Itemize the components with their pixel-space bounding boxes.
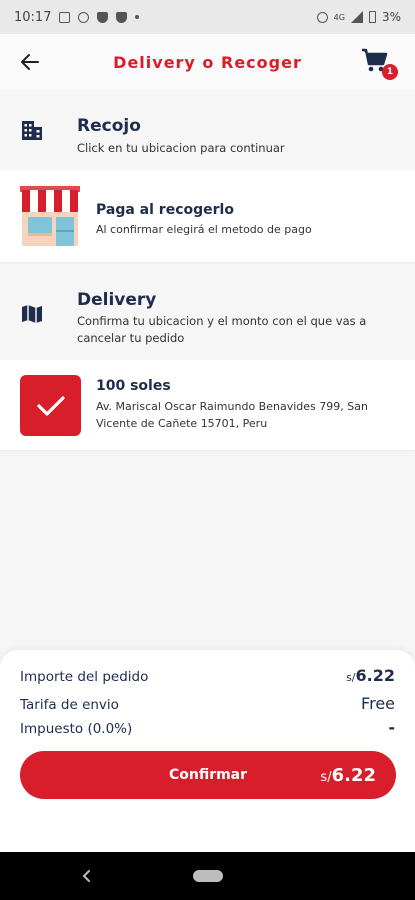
nav-back-icon[interactable]: [78, 867, 96, 885]
signal-icon: [350, 11, 363, 23]
cart-count-badge: 1: [382, 64, 398, 80]
confirm-total: s/6.22: [320, 764, 376, 786]
notification-icon: [59, 11, 71, 23]
pickup-option-title: Paga al recogerlo: [96, 202, 234, 218]
tax-value: -: [388, 718, 395, 737]
pickup-option[interactable]: Paga al recogerlo Al confirmar elegirá e…: [0, 170, 415, 262]
map-icon: [22, 305, 42, 323]
address-option-title: 100 soles: [96, 378, 171, 394]
order-summary-panel: Importe del pedido s/6.22 Tarifa de envi…: [0, 650, 415, 852]
pickup-option-subtitle: Al confirmar elegirá el metodo de pago: [96, 223, 312, 236]
status-bar: 10:17 4G 3%: [0, 0, 415, 34]
address-text: Av. Mariscal Oscar Raimundo Benavides 79…: [96, 400, 368, 430]
alarm-icon: [316, 11, 328, 23]
selected-checkbox[interactable]: [20, 375, 81, 436]
confirm-button[interactable]: Confirmar s/6.22: [20, 751, 396, 799]
alarm-icon: [78, 11, 90, 23]
shipping-value: Free: [361, 694, 395, 713]
shipping-label: Tarifa de envio: [20, 697, 119, 713]
more-notifications-icon: [135, 15, 140, 19]
recojo-section: Recojo Click en tu ubicacion para contin…: [0, 96, 415, 166]
arrow-left-icon: [21, 54, 39, 70]
tax-label: Impuesto (0.0%): [20, 721, 133, 737]
shield-icon: [116, 11, 128, 23]
system-nav-bar: [0, 852, 415, 900]
order-amount-row: Importe del pedido s/6.22: [20, 666, 395, 685]
building-icon: [22, 121, 42, 140]
delivery-section: Delivery Confirma tu ubicacion y el mont…: [0, 268, 415, 356]
tax-row: Impuesto (0.0%) -: [20, 718, 395, 737]
recojo-subtitle: Click en tu ubicacion para continuar: [77, 141, 285, 155]
check-icon: [36, 395, 65, 416]
shield-icon: [97, 11, 109, 23]
recojo-title: Recojo: [77, 116, 141, 136]
page-title: Delivery o Recoger: [113, 52, 302, 72]
address-option[interactable]: 100 soles Av. Mariscal Oscar Raimundo Be…: [0, 360, 415, 450]
battery-level: 3%: [381, 10, 401, 24]
nav-home-button[interactable]: [193, 870, 223, 882]
order-amount-value: s/6.22: [346, 666, 395, 685]
order-amount-label: Importe del pedido: [20, 669, 149, 685]
network-label: 4G: [333, 12, 345, 22]
store-icon: [20, 186, 80, 246]
shipping-row: Tarifa de envio Free: [20, 694, 395, 713]
back-button[interactable]: [16, 48, 44, 76]
delivery-title: Delivery: [77, 290, 157, 310]
battery-icon: [368, 11, 376, 23]
app-bar: Delivery o Recoger 1: [0, 34, 415, 90]
delivery-subtitle: Confirma tu ubicacion y el monto con el …: [77, 314, 367, 345]
status-time: 10:17: [14, 9, 52, 25]
cart-button[interactable]: 1: [361, 48, 398, 80]
